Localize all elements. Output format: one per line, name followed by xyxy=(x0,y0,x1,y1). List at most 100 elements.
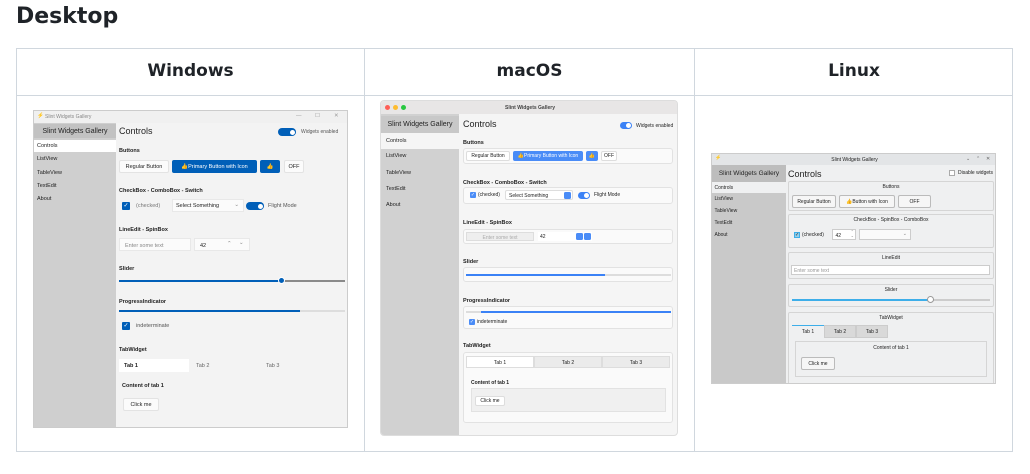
combobox[interactable]: Select Something ⌄ xyxy=(172,199,244,212)
tab-content: Click me xyxy=(471,388,666,412)
sidebar-title: Slint Widgets Gallery xyxy=(34,124,116,138)
window-title: Slint Widgets Gallery xyxy=(831,157,878,163)
sidebar-item-textedit[interactable]: TextEdit xyxy=(715,220,733,226)
icon-button[interactable]: 👍 Button with Icon xyxy=(839,195,895,208)
tab-1[interactable]: Tab 1 xyxy=(466,356,534,368)
increment-icon[interactable]: ⌃ xyxy=(227,241,232,247)
primary-button[interactable]: 👍 Primary Button with Icon xyxy=(513,151,583,161)
off-toggle-button[interactable]: OFF xyxy=(601,151,617,161)
windows-screenshot: ⚡ Slint Widgets Gallery — ☐ ✕ Slint Widg… xyxy=(33,110,348,428)
sidebar-item-controls[interactable]: Controls xyxy=(381,133,459,149)
sidebar-item-tableview[interactable]: TableView xyxy=(37,170,62,176)
lineedit-section-label: LineEdit - SpinBox xyxy=(463,220,512,226)
slider-group xyxy=(463,267,673,282)
tab-1[interactable]: Tab 1 xyxy=(119,359,189,372)
sidebar-item-about[interactable]: About xyxy=(386,202,400,208)
sidebar-item-tableview[interactable]: TableView xyxy=(386,170,411,176)
slider[interactable] xyxy=(119,277,345,284)
widgets-enabled-toggle[interactable] xyxy=(620,122,632,129)
regular-button[interactable]: Regular Button xyxy=(792,195,836,208)
section-heading: Desktop xyxy=(16,4,119,29)
slint-logo-icon: ⚡ xyxy=(37,113,44,119)
lineedit-section-label: LineEdit xyxy=(881,255,901,261)
spin-arrows-icon[interactable]: ⌃ ⌄ xyxy=(851,230,854,238)
regular-button[interactable]: Regular Button xyxy=(119,160,169,173)
slider[interactable] xyxy=(792,296,990,303)
checkbox[interactable]: ✓ xyxy=(794,232,800,238)
flight-mode-switch[interactable] xyxy=(578,192,590,199)
text-input[interactable]: Enter some text xyxy=(791,265,990,275)
click-me-button[interactable]: Click me xyxy=(801,357,835,370)
tab-2[interactable]: Tab 2 xyxy=(824,325,856,338)
primary-button[interactable]: 👍 Primary Button with Icon xyxy=(172,160,257,173)
increment-icon[interactable] xyxy=(576,233,583,240)
decrement-icon[interactable]: ⌄ xyxy=(239,240,244,246)
off-toggle-button[interactable]: OFF xyxy=(284,160,304,173)
tab-3[interactable]: Tab 3 xyxy=(856,325,888,338)
slider-fill xyxy=(466,274,606,276)
page-title: Controls xyxy=(463,119,497,129)
indeterminate-checkbox[interactable]: ✓ xyxy=(122,322,130,330)
maximize-icon[interactable]: ⌃ xyxy=(976,156,980,162)
spinbox[interactable]: 42 xyxy=(538,232,592,241)
minimize-icon[interactable]: ⌄ xyxy=(966,156,970,162)
progress-fill xyxy=(481,311,671,313)
spinbox[interactable]: 42 ⌃ ⌄ xyxy=(194,238,250,251)
icon-button[interactable]: 👍 xyxy=(260,160,280,173)
text-input[interactable]: Enter some text xyxy=(466,232,534,241)
slider[interactable] xyxy=(466,274,671,276)
tabwidget-group: TabWidget Tab 1 Tab 2 Tab 3 Content of t… xyxy=(788,312,994,383)
tab-1[interactable]: Tab 1 xyxy=(792,325,824,338)
tab-content-label: Content of tab 1 xyxy=(471,380,510,386)
page-title: Controls xyxy=(788,169,822,179)
spinbox[interactable]: 42 ⌃ ⌄ xyxy=(832,229,856,240)
sidebar-item-listview[interactable]: ListView xyxy=(37,156,57,162)
indeterminate-checkbox[interactable]: ✓ xyxy=(469,319,475,325)
combobox[interactable]: ⌄ xyxy=(859,229,911,240)
decrement-icon[interactable] xyxy=(584,233,591,240)
close-icon[interactable]: ✕ xyxy=(986,156,990,162)
slider-thumb[interactable] xyxy=(278,277,286,284)
sidebar-item-listview[interactable]: ListView xyxy=(715,196,734,202)
icon-button[interactable]: 👍 xyxy=(586,151,598,161)
slider-thumb[interactable] xyxy=(927,296,935,303)
tab-2[interactable]: Tab 2 xyxy=(534,356,602,368)
spinbox-value: 42 xyxy=(540,233,546,240)
click-me-button[interactable]: Click me xyxy=(123,398,159,411)
sidebar-item-controls[interactable]: Controls xyxy=(34,140,116,152)
minimize-icon[interactable]: — xyxy=(296,113,302,119)
progress-fill xyxy=(119,310,300,312)
tab-3[interactable]: Tab 3 xyxy=(602,356,670,368)
slider-label: Slider xyxy=(884,287,898,293)
flight-mode-switch[interactable] xyxy=(246,202,264,210)
click-me-button[interactable]: Click me xyxy=(475,396,505,406)
sidebar-item-textedit[interactable]: TextEdit xyxy=(386,186,406,192)
checkbox[interactable]: ✓ xyxy=(122,202,130,210)
combobox-value: Select Something xyxy=(509,193,549,199)
sidebar-item-controls[interactable]: Controls xyxy=(712,182,786,193)
page-title: Controls xyxy=(119,126,153,136)
text-input[interactable]: Enter some text xyxy=(119,238,191,251)
close-icon[interactable]: ✕ xyxy=(334,113,339,119)
sidebar-item-listview[interactable]: ListView xyxy=(386,153,406,159)
sidebar-item-about[interactable]: About xyxy=(37,196,51,202)
lineedit-group: Enter some text 42 xyxy=(463,229,673,244)
linux-screenshot: ⚡ Slint Widgets Gallery ⌄ ⌃ ✕ Slint Widg… xyxy=(711,153,996,384)
sidebar-title: Slint Widgets Gallery xyxy=(381,116,459,133)
off-toggle-button[interactable]: OFF xyxy=(898,195,931,208)
sidebar-item-tableview[interactable]: TableView xyxy=(715,208,738,214)
regular-button[interactable]: Regular Button xyxy=(466,151,510,161)
slider-fill xyxy=(792,299,931,301)
widgets-enabled-toggle[interactable] xyxy=(278,128,296,136)
checkbox[interactable]: ✓ xyxy=(470,192,476,198)
sidebar-item-about[interactable]: About xyxy=(715,232,728,238)
combobox-value: Select Something xyxy=(176,203,220,209)
maximize-icon[interactable]: ☐ xyxy=(315,113,320,119)
tab-2[interactable]: Tab 2 xyxy=(191,359,259,372)
sidebar-item-textedit[interactable]: TextEdit xyxy=(37,183,57,189)
combobox[interactable]: Select Something xyxy=(505,190,573,200)
checkbox-label: (checked) xyxy=(478,192,500,198)
tab-3[interactable]: Tab 3 xyxy=(261,359,331,372)
disable-widgets-checkbox[interactable] xyxy=(949,170,955,176)
indeterminate-label: indeterminate xyxy=(477,319,508,325)
